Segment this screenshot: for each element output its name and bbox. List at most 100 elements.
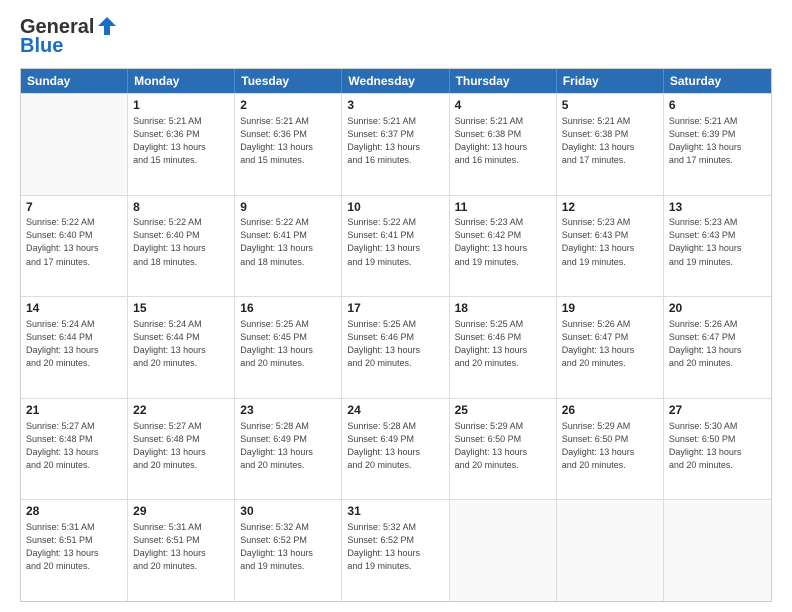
day-number: 17 xyxy=(347,300,443,317)
day-number: 19 xyxy=(562,300,658,317)
day-info: Sunrise: 5:22 AM Sunset: 6:40 PM Dayligh… xyxy=(26,216,122,268)
calendar-cell: 8Sunrise: 5:22 AM Sunset: 6:40 PM Daylig… xyxy=(128,196,235,297)
day-info: Sunrise: 5:28 AM Sunset: 6:49 PM Dayligh… xyxy=(240,420,336,472)
day-info: Sunrise: 5:21 AM Sunset: 6:38 PM Dayligh… xyxy=(455,115,551,167)
day-info: Sunrise: 5:25 AM Sunset: 6:45 PM Dayligh… xyxy=(240,318,336,370)
calendar-cell: 11Sunrise: 5:23 AM Sunset: 6:42 PM Dayli… xyxy=(450,196,557,297)
day-number: 10 xyxy=(347,199,443,216)
header-day-saturday: Saturday xyxy=(664,69,771,93)
calendar-row-2: 7Sunrise: 5:22 AM Sunset: 6:40 PM Daylig… xyxy=(21,195,771,297)
header-day-wednesday: Wednesday xyxy=(342,69,449,93)
calendar-body: 1Sunrise: 5:21 AM Sunset: 6:36 PM Daylig… xyxy=(21,93,771,601)
calendar-cell: 27Sunrise: 5:30 AM Sunset: 6:50 PM Dayli… xyxy=(664,399,771,500)
day-number: 27 xyxy=(669,402,766,419)
header-day-tuesday: Tuesday xyxy=(235,69,342,93)
calendar-cell: 9Sunrise: 5:22 AM Sunset: 6:41 PM Daylig… xyxy=(235,196,342,297)
calendar-cell: 5Sunrise: 5:21 AM Sunset: 6:38 PM Daylig… xyxy=(557,94,664,195)
day-info: Sunrise: 5:31 AM Sunset: 6:51 PM Dayligh… xyxy=(26,521,122,573)
calendar-header: SundayMondayTuesdayWednesdayThursdayFrid… xyxy=(21,69,771,93)
day-number: 28 xyxy=(26,503,122,520)
day-info: Sunrise: 5:24 AM Sunset: 6:44 PM Dayligh… xyxy=(133,318,229,370)
day-number: 29 xyxy=(133,503,229,520)
header-day-friday: Friday xyxy=(557,69,664,93)
day-number: 5 xyxy=(562,97,658,114)
day-info: Sunrise: 5:26 AM Sunset: 6:47 PM Dayligh… xyxy=(669,318,766,370)
day-number: 8 xyxy=(133,199,229,216)
calendar-cell: 3Sunrise: 5:21 AM Sunset: 6:37 PM Daylig… xyxy=(342,94,449,195)
calendar-cell: 22Sunrise: 5:27 AM Sunset: 6:48 PM Dayli… xyxy=(128,399,235,500)
calendar-row-1: 1Sunrise: 5:21 AM Sunset: 6:36 PM Daylig… xyxy=(21,93,771,195)
day-number: 11 xyxy=(455,199,551,216)
day-number: 14 xyxy=(26,300,122,317)
day-number: 7 xyxy=(26,199,122,216)
calendar-cell: 17Sunrise: 5:25 AM Sunset: 6:46 PM Dayli… xyxy=(342,297,449,398)
logo: General Blue xyxy=(20,15,118,58)
calendar-cell: 4Sunrise: 5:21 AM Sunset: 6:38 PM Daylig… xyxy=(450,94,557,195)
calendar-cell: 1Sunrise: 5:21 AM Sunset: 6:36 PM Daylig… xyxy=(128,94,235,195)
day-info: Sunrise: 5:25 AM Sunset: 6:46 PM Dayligh… xyxy=(455,318,551,370)
page: General Blue SundayMondayTuesdayWednesda… xyxy=(0,0,792,612)
day-info: Sunrise: 5:23 AM Sunset: 6:43 PM Dayligh… xyxy=(669,216,766,268)
calendar-cell: 21Sunrise: 5:27 AM Sunset: 6:48 PM Dayli… xyxy=(21,399,128,500)
header-day-sunday: Sunday xyxy=(21,69,128,93)
day-number: 12 xyxy=(562,199,658,216)
day-number: 25 xyxy=(455,402,551,419)
header: General Blue xyxy=(20,15,772,58)
day-number: 24 xyxy=(347,402,443,419)
day-info: Sunrise: 5:22 AM Sunset: 6:41 PM Dayligh… xyxy=(240,216,336,268)
day-info: Sunrise: 5:27 AM Sunset: 6:48 PM Dayligh… xyxy=(26,420,122,472)
day-info: Sunrise: 5:21 AM Sunset: 6:36 PM Dayligh… xyxy=(240,115,336,167)
calendar-cell: 6Sunrise: 5:21 AM Sunset: 6:39 PM Daylig… xyxy=(664,94,771,195)
day-number: 22 xyxy=(133,402,229,419)
calendar-row-4: 21Sunrise: 5:27 AM Sunset: 6:48 PM Dayli… xyxy=(21,398,771,500)
day-info: Sunrise: 5:25 AM Sunset: 6:46 PM Dayligh… xyxy=(347,318,443,370)
header-day-thursday: Thursday xyxy=(450,69,557,93)
day-number: 3 xyxy=(347,97,443,114)
calendar-cell: 10Sunrise: 5:22 AM Sunset: 6:41 PM Dayli… xyxy=(342,196,449,297)
calendar-cell: 16Sunrise: 5:25 AM Sunset: 6:45 PM Dayli… xyxy=(235,297,342,398)
calendar-cell: 15Sunrise: 5:24 AM Sunset: 6:44 PM Dayli… xyxy=(128,297,235,398)
calendar-cell: 28Sunrise: 5:31 AM Sunset: 6:51 PM Dayli… xyxy=(21,500,128,601)
calendar-cell: 7Sunrise: 5:22 AM Sunset: 6:40 PM Daylig… xyxy=(21,196,128,297)
day-info: Sunrise: 5:27 AM Sunset: 6:48 PM Dayligh… xyxy=(133,420,229,472)
calendar-cell: 20Sunrise: 5:26 AM Sunset: 6:47 PM Dayli… xyxy=(664,297,771,398)
day-info: Sunrise: 5:30 AM Sunset: 6:50 PM Dayligh… xyxy=(669,420,766,472)
calendar-cell: 19Sunrise: 5:26 AM Sunset: 6:47 PM Dayli… xyxy=(557,297,664,398)
calendar-cell: 25Sunrise: 5:29 AM Sunset: 6:50 PM Dayli… xyxy=(450,399,557,500)
calendar-cell: 26Sunrise: 5:29 AM Sunset: 6:50 PM Dayli… xyxy=(557,399,664,500)
day-info: Sunrise: 5:23 AM Sunset: 6:43 PM Dayligh… xyxy=(562,216,658,268)
logo-blue: Blue xyxy=(20,35,63,58)
day-info: Sunrise: 5:21 AM Sunset: 6:39 PM Dayligh… xyxy=(669,115,766,167)
calendar-cell: 12Sunrise: 5:23 AM Sunset: 6:43 PM Dayli… xyxy=(557,196,664,297)
day-number: 20 xyxy=(669,300,766,317)
calendar-cell: 29Sunrise: 5:31 AM Sunset: 6:51 PM Dayli… xyxy=(128,500,235,601)
calendar-cell: 30Sunrise: 5:32 AM Sunset: 6:52 PM Dayli… xyxy=(235,500,342,601)
day-number: 15 xyxy=(133,300,229,317)
day-info: Sunrise: 5:24 AM Sunset: 6:44 PM Dayligh… xyxy=(26,318,122,370)
calendar-row-3: 14Sunrise: 5:24 AM Sunset: 6:44 PM Dayli… xyxy=(21,296,771,398)
calendar-cell: 2Sunrise: 5:21 AM Sunset: 6:36 PM Daylig… xyxy=(235,94,342,195)
day-number: 13 xyxy=(669,199,766,216)
day-info: Sunrise: 5:23 AM Sunset: 6:42 PM Dayligh… xyxy=(455,216,551,268)
day-info: Sunrise: 5:26 AM Sunset: 6:47 PM Dayligh… xyxy=(562,318,658,370)
calendar-cell: 23Sunrise: 5:28 AM Sunset: 6:49 PM Dayli… xyxy=(235,399,342,500)
day-info: Sunrise: 5:22 AM Sunset: 6:40 PM Dayligh… xyxy=(133,216,229,268)
calendar-cell xyxy=(664,500,771,601)
day-info: Sunrise: 5:31 AM Sunset: 6:51 PM Dayligh… xyxy=(133,521,229,573)
day-number: 23 xyxy=(240,402,336,419)
calendar-cell: 18Sunrise: 5:25 AM Sunset: 6:46 PM Dayli… xyxy=(450,297,557,398)
day-info: Sunrise: 5:29 AM Sunset: 6:50 PM Dayligh… xyxy=(562,420,658,472)
logo-icon xyxy=(96,15,118,37)
day-number: 21 xyxy=(26,402,122,419)
day-info: Sunrise: 5:21 AM Sunset: 6:36 PM Dayligh… xyxy=(133,115,229,167)
day-number: 18 xyxy=(455,300,551,317)
day-info: Sunrise: 5:28 AM Sunset: 6:49 PM Dayligh… xyxy=(347,420,443,472)
day-number: 31 xyxy=(347,503,443,520)
day-info: Sunrise: 5:32 AM Sunset: 6:52 PM Dayligh… xyxy=(347,521,443,573)
day-number: 16 xyxy=(240,300,336,317)
calendar-cell: 31Sunrise: 5:32 AM Sunset: 6:52 PM Dayli… xyxy=(342,500,449,601)
day-number: 4 xyxy=(455,97,551,114)
day-info: Sunrise: 5:29 AM Sunset: 6:50 PM Dayligh… xyxy=(455,420,551,472)
day-number: 2 xyxy=(240,97,336,114)
calendar-cell: 14Sunrise: 5:24 AM Sunset: 6:44 PM Dayli… xyxy=(21,297,128,398)
